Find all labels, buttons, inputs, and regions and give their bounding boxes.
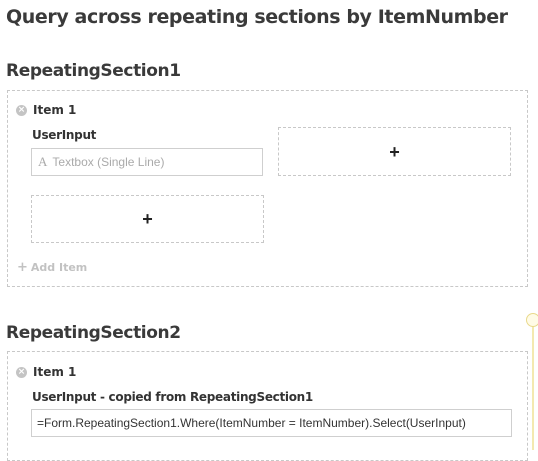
plus-icon: + [142,209,153,229]
section2-item-header: × Item 1 [16,365,76,379]
remove-item-icon[interactable]: × [16,366,27,378]
section2-field-label: UserInput - copied from RepeatingSection… [32,390,313,404]
add-item-button[interactable]: + Add Item [17,260,87,275]
section2-title: RepeatingSection2 [6,323,181,343]
add-plus-icon: + [17,260,28,275]
section1-field-label: UserInput [32,128,97,142]
repeating-section-1: × Item 1 UserInput A Textbox (Single Lin… [7,90,528,287]
section1-item-label: Item 1 [33,103,77,117]
textbox-placeholder: Textbox (Single Line) [52,155,165,169]
scroll-track[interactable] [532,320,534,450]
section2-formula-textbox[interactable]: =Form.RepeatingSection1.Where(ItemNumber… [31,409,512,437]
section1-user-input-textbox[interactable]: A Textbox (Single Line) [31,148,263,176]
section1-title: RepeatingSection1 [6,61,181,81]
add-item-label: Add Item [30,261,88,274]
section1-item-header: × Item 1 [16,103,76,117]
page-title: Query across repeating sections by ItemN… [6,6,508,28]
text-field-icon: A [38,154,48,169]
formula-text: =Form.RepeatingSection1.Where(ItemNumber… [37,416,466,430]
plus-icon: + [389,141,400,162]
section2-item-label: Item 1 [33,365,77,379]
scroll-handle[interactable] [526,313,538,327]
add-field-dropzone-right[interactable]: + [278,127,511,176]
remove-item-icon[interactable]: × [16,104,27,116]
repeating-section-2: × Item 1 UserInput - copied from Repeati… [7,351,528,461]
add-field-dropzone-bottom[interactable]: + [31,195,264,243]
